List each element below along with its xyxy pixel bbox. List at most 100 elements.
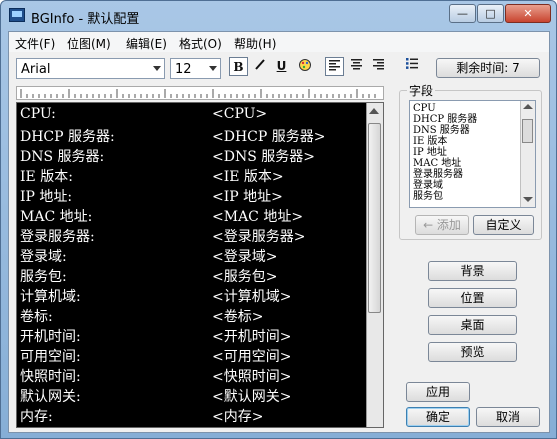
apply-button[interactable]: 应用 [406,382,470,402]
field-label-text: CPU: [20,106,56,122]
add-field-button[interactable]: ← 添加 [415,215,469,235]
font-color-button[interactable] [295,57,314,76]
scroll-up-icon[interactable] [369,108,379,114]
field-label-text: MAC 地址: [20,209,93,225]
field-list-item[interactable]: IP 地址 [413,147,447,158]
custom-field-button[interactable]: 自定义 [473,215,534,235]
field-placeholder-text: <服务包> [212,269,278,285]
menu-format[interactable]: 格式(O) [179,35,222,52]
font-name-value: Arial [21,62,51,77]
field-label-text: IE 版本: [20,169,73,185]
info-text-editor[interactable]: CPU: <CPU> DHCP 服务器: <DHCP 服务器> DNS 服务器: <DNS… [16,102,384,428]
ok-button[interactable]: 确定 [406,407,470,427]
align-center-button[interactable] [347,57,366,76]
font-name-combo[interactable]: Arial [16,58,165,79]
position-button[interactable]: 位置 [428,288,517,308]
window-title: BGInfo - 默认配置 [31,12,140,27]
main-client-area: 文件(F) 位图(M) 编辑(E) 格式(O) 帮助(H) Arial 12 B… [8,31,550,433]
underline-button[interactable]: U [272,57,291,76]
bullet-list-button[interactable] [402,57,421,76]
field-list-item[interactable]: IE 版本 [413,136,447,147]
ruler-ticks [20,89,376,98]
field-label-text: 快照时间: [20,369,81,385]
preview-button[interactable]: 预览 [428,342,517,362]
remaining-time-button[interactable]: 剩余时间: 7 [436,58,540,78]
field-label-text: 服务包: [20,269,67,285]
desktop-button[interactable]: 桌面 [428,315,517,335]
menu-bitmap[interactable]: 位图(M) [67,35,111,52]
bginfo-app-icon [9,8,25,22]
editor-line: CPU: <CPU> [20,106,267,126]
field-list-item[interactable]: MAC 地址 [413,158,461,169]
editor-scroll-thumb[interactable] [368,123,381,313]
minimize-button[interactable]: — [449,4,476,23]
background-button[interactable]: 背景 [428,261,517,281]
align-left-icon [329,60,340,71]
maximize-button[interactable]: □ [477,4,504,23]
title-bar[interactable]: BGInfo - 默认配置 — □ ✕ [1,1,556,31]
field-label-text: 计算机域: [20,289,81,305]
menu-edit[interactable]: 编辑(E) [126,35,167,52]
editor-line: 卷标: <卷标> [20,306,263,326]
chevron-down-icon [209,66,217,71]
field-placeholder-text: <MAC 地址> [212,209,304,225]
field-list-item[interactable]: 登录服务器 [413,169,463,180]
fields-label: 字段 [407,82,436,99]
field-list-item[interactable]: CPU [413,103,436,114]
editor-line: MAC 地址: <MAC 地址> [20,206,303,226]
field-placeholder-text: <卷标> [212,309,264,325]
field-placeholder-text: <IP 地址> [212,189,283,205]
field-placeholder-text: <登录服务器> [212,229,306,245]
close-button[interactable]: ✕ [505,4,551,23]
scroll-down-icon[interactable] [523,197,533,202]
field-placeholder-text: <IE 版本> [212,169,284,185]
editor-line: 服务包: <服务包> [20,266,277,286]
color-palette-icon [298,59,311,71]
menu-file[interactable]: 文件(F) [15,35,55,52]
bullet-list-icon [405,58,418,69]
field-placeholder-text: <默认网关> [212,389,292,405]
editor-line: IE 版本: <IE 版本> [20,166,284,186]
field-placeholder-text: <DHCP 服务器> [212,129,326,145]
menu-help[interactable]: 帮助(H) [234,35,276,52]
bold-button[interactable]: B [229,57,248,76]
cancel-button[interactable]: 取消 [476,407,540,427]
field-label-text: 默认网关: [20,389,81,405]
fields-scroll-thumb[interactable] [522,119,533,143]
field-label-text: 登录服务器: [20,229,95,245]
editor-line: 可用空间: <可用空间> [20,346,291,366]
field-label-text: 卷标: [20,309,53,325]
font-size-combo[interactable]: 12 [170,58,221,79]
field-list-item[interactable]: 服务包 [413,191,443,202]
align-left-button[interactable] [325,57,344,76]
field-placeholder-text: <CPU> [212,106,268,122]
fields-scrollbar[interactable] [520,101,535,207]
editor-line: 内存: <内存> [20,406,263,426]
field-list-item[interactable]: DHCP 服务器 [413,114,477,125]
editor-vertical-scrollbar[interactable] [366,103,383,427]
field-placeholder-text: <计算机域> [212,289,292,305]
editor-line: 开机时间: <开机时间> [20,326,291,346]
field-label-text: IP 地址: [20,189,73,205]
italic-button[interactable] [250,57,269,76]
editor-line: DHCP 服务器: <DHCP 服务器> [20,126,325,146]
field-label-text: 内存: [20,409,53,425]
format-toolbar: Arial 12 B U 剩余时间: 7 [9,52,549,82]
editor-line: IP 地址: <IP 地址> [20,186,283,206]
scroll-up-icon[interactable] [523,104,533,109]
field-placeholder-text: <开机时间> [212,329,292,345]
fields-listbox[interactable]: CPU DHCP 服务器 DNS 服务器 IE 版本 IP 地址 MAC 地址 登录服务器登… [409,100,536,208]
align-right-icon [373,59,384,70]
align-right-button[interactable] [369,57,388,76]
bginfo-window: BGInfo - 默认配置 — □ ✕ 文件(F) 位图(M) 编辑(E) 格式… [0,0,557,439]
field-label-text: 可用空间: [20,349,81,365]
field-label-text: 登录域: [20,249,67,265]
menu-bar: 文件(F) 位图(M) 编辑(E) 格式(O) 帮助(H) [9,32,549,52]
field-list-item[interactable]: 登录域 [413,180,443,191]
font-size-value: 12 [175,62,192,77]
align-center-icon [351,59,362,70]
field-list-item[interactable]: DNS 服务器 [413,125,470,136]
ruler [16,86,384,100]
italic-pen-icon [254,59,265,70]
field-placeholder-text: <登录域> [212,249,278,265]
